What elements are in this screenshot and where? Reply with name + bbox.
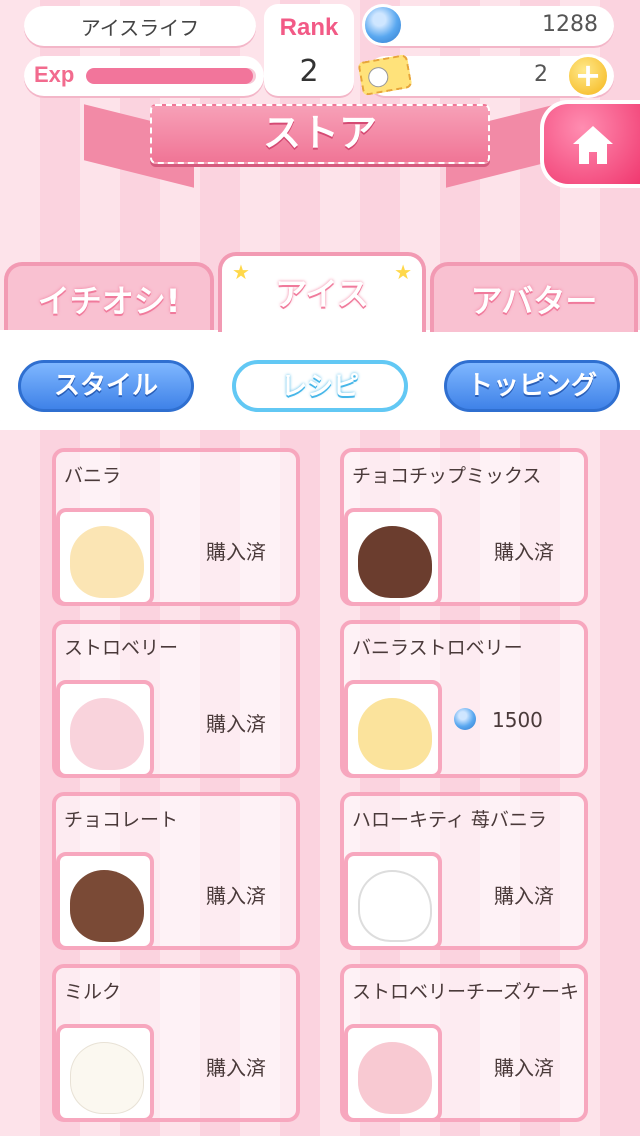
shop-name-pill: アイスライフ — [24, 6, 256, 46]
ice-cream-scoop-icon — [358, 526, 432, 598]
item-name: ハローキティ 苺バニラ — [352, 809, 547, 831]
tab-recommended[interactable]: イチオシ! — [4, 262, 214, 332]
item-card[interactable]: ミルク 購入済 — [52, 964, 300, 1122]
tab-avatar[interactable]: アバター — [430, 262, 638, 332]
ticket-count: 2 — [534, 62, 548, 87]
tab-ice[interactable]: ★ ★ アイス — [218, 252, 426, 332]
ice-cream-scoop-icon — [358, 698, 432, 770]
ice-cream-scoop-icon — [358, 1042, 432, 1114]
item-thumbnail — [56, 852, 154, 950]
item-status: 購入済 — [206, 540, 266, 564]
item-card[interactable]: ストロベリーチーズケーキ 購入済 — [340, 964, 588, 1122]
item-thumbnail — [344, 1024, 442, 1122]
tab-label: アイス — [275, 275, 369, 313]
item-card[interactable]: ストロベリー 購入済 — [52, 620, 300, 778]
item-status: 購入済 — [494, 1056, 554, 1080]
item-card[interactable]: ハローキティ 苺バニラ 購入済 — [340, 792, 588, 950]
hello-kitty-scoop-icon — [358, 870, 432, 942]
item-name: ミルク — [64, 981, 122, 1003]
exp-bar — [86, 68, 256, 84]
blue-coin-icon — [454, 708, 476, 730]
item-thumbnail — [344, 680, 442, 778]
hello-kitty-ticket-icon — [357, 53, 413, 97]
ice-cream-scoop-icon — [70, 1042, 144, 1114]
item-name: バニラストロベリー — [352, 637, 523, 659]
item-thumbnail — [56, 1024, 154, 1122]
subtab-label: トッピング — [466, 371, 597, 401]
item-price-value: 1500 — [492, 708, 543, 732]
item-name: チョコレート — [64, 809, 179, 831]
item-price: 1500 — [454, 708, 543, 732]
item-name: ストロベリー — [64, 637, 179, 659]
home-icon — [573, 126, 613, 164]
tab-label: アバター — [470, 282, 598, 320]
item-thumbnail — [344, 508, 442, 606]
coin-pill: 1288 — [362, 4, 614, 46]
subtab-label: レシピ — [280, 372, 359, 402]
subtab-topping[interactable]: トッピング — [444, 360, 620, 412]
item-status: 購入済 — [494, 540, 554, 564]
item-card[interactable]: チョコチップミックス 購入済 — [340, 448, 588, 606]
item-name: ストロベリーチーズケーキ — [352, 981, 580, 1003]
coin-count: 1288 — [542, 12, 598, 37]
item-card[interactable]: チョコレート 購入済 — [52, 792, 300, 950]
blue-coin-icon — [362, 4, 404, 46]
star-icon: ★ — [394, 260, 412, 284]
subtab-label: スタイル — [53, 371, 158, 401]
item-name: チョコチップミックス — [352, 465, 542, 487]
item-status: 購入済 — [494, 884, 554, 908]
scallop-divider — [0, 420, 640, 440]
rank-box: Rank 2 — [264, 4, 354, 96]
shop-name: アイスライフ — [80, 15, 200, 40]
ice-cream-scoop-icon — [70, 698, 144, 770]
item-thumbnail — [56, 680, 154, 778]
subtab-style[interactable]: スタイル — [18, 360, 194, 412]
rank-value: 2 — [299, 54, 319, 89]
home-button[interactable] — [540, 100, 640, 188]
item-status: 購入済 — [206, 712, 266, 736]
tab-label: イチオシ! — [37, 282, 181, 320]
item-status: 購入済 — [206, 884, 266, 908]
rank-label: Rank — [279, 14, 339, 41]
item-name: バニラ — [64, 465, 122, 487]
item-card[interactable]: バニラストロベリー 1500 — [340, 620, 588, 778]
item-status: 購入済 — [206, 1056, 266, 1080]
ticket-pill: 2 + — [357, 53, 614, 98]
item-thumbnail — [56, 508, 154, 606]
plus-icon[interactable]: + — [566, 54, 610, 98]
ice-cream-scoop-icon — [70, 526, 144, 598]
exp-pill: Exp — [24, 56, 264, 96]
subtab-recipe[interactable]: レシピ — [232, 360, 408, 412]
star-icon: ★ — [232, 260, 250, 284]
exp-label: Exp — [34, 62, 75, 87]
page-title: ストア — [262, 111, 377, 155]
exp-bar-fill — [86, 68, 253, 84]
ice-cream-scoop-icon — [70, 870, 144, 942]
item-thumbnail — [344, 852, 442, 950]
item-card[interactable]: バニラ 購入済 — [52, 448, 300, 606]
